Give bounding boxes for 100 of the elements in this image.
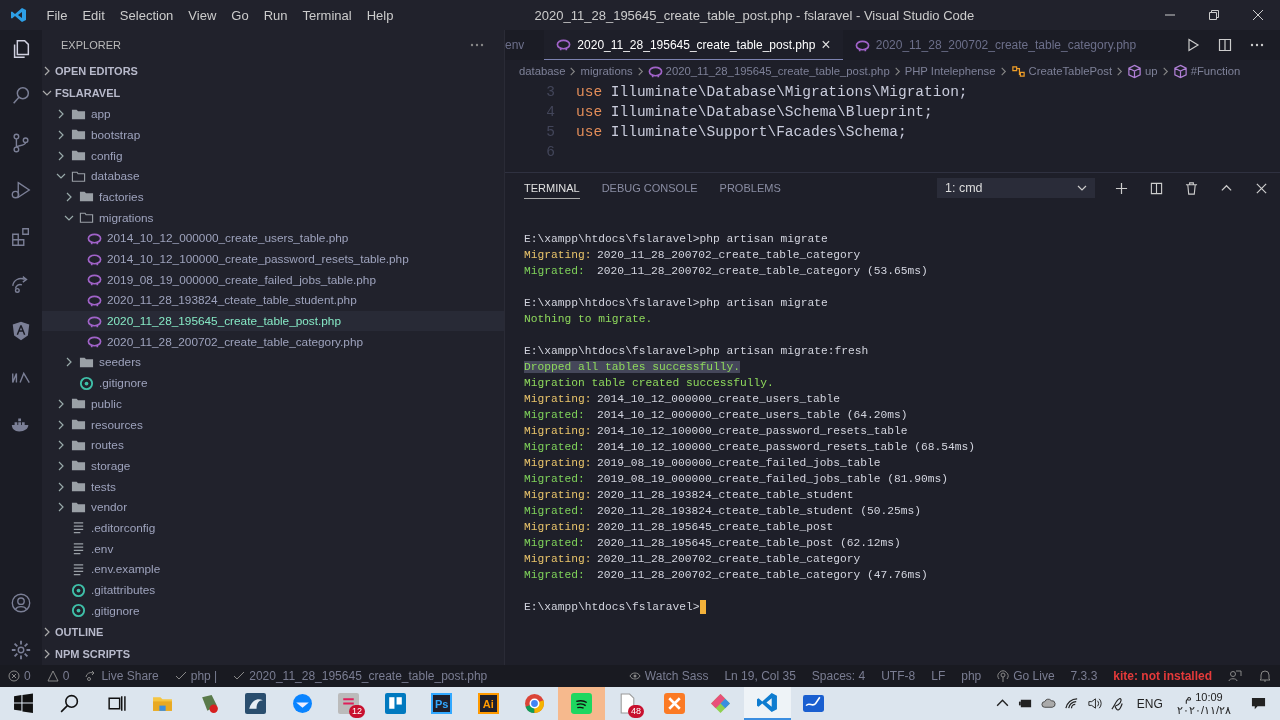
chevron-icon bbox=[56, 440, 66, 451]
status-item[interactable]: Watch Sass bbox=[628, 669, 709, 683]
breadcrumb-item[interactable]: #Function bbox=[1190, 65, 1241, 77]
panel-tab[interactable]: PROBLEMS bbox=[719, 178, 781, 198]
editor-tab[interactable]: env bbox=[505, 30, 545, 60]
terminal-line: Migrating: 2020_11_28_193824_cteate_table_student bbox=[524, 489, 854, 501]
tree-item[interactable]: .gitignore bbox=[42, 600, 504, 622]
pen-icon[interactable] bbox=[1109, 696, 1125, 711]
bell-icon[interactable] bbox=[1258, 669, 1272, 683]
status-item[interactable]: php bbox=[961, 669, 982, 683]
taskbar-button[interactable]: Ai bbox=[465, 687, 512, 720]
extensions-icon[interactable] bbox=[10, 226, 32, 248]
menu-item[interactable]: Terminal bbox=[295, 7, 360, 23]
tree-item[interactable]: seeders bbox=[42, 352, 504, 373]
tree-item[interactable]: .env bbox=[42, 538, 504, 559]
chevron-icon bbox=[998, 66, 1008, 76]
status-item[interactable]: 0 bbox=[46, 669, 70, 683]
tree-item[interactable]: config bbox=[42, 145, 504, 166]
run-debug-icon[interactable] bbox=[10, 179, 32, 201]
terminal-select[interactable]: 1: cmd bbox=[937, 178, 1095, 198]
breadcrumb-item[interactable]: PHP Intelephense bbox=[904, 65, 996, 77]
editor-tab[interactable]: 2020_11_28_200702_create_table_category.php bbox=[842, 30, 1149, 60]
language-indicator[interactable]: ENG bbox=[1136, 696, 1163, 711]
tree-item[interactable]: resources bbox=[42, 414, 504, 435]
breadcrumb-item[interactable]: CreateTablePost bbox=[1028, 65, 1113, 77]
volume-icon[interactable] bbox=[1086, 696, 1102, 711]
menu-item[interactable]: Help bbox=[359, 7, 401, 23]
status-item[interactable]: kite: not installed bbox=[1113, 669, 1212, 683]
plus-icon[interactable] bbox=[1115, 181, 1128, 195]
status-item[interactable]: 2020_11_28_195645_create_table_post.php bbox=[233, 669, 488, 683]
feedback-icon[interactable] bbox=[1228, 669, 1242, 683]
breadcrumb-item[interactable]: up bbox=[1145, 65, 1158, 77]
editor-tab[interactable]: 2020_11_28_195645_create_table_post.php × bbox=[544, 30, 843, 60]
tree-item[interactable]: vendor bbox=[42, 496, 504, 518]
tree-item[interactable]: storage bbox=[42, 455, 504, 477]
menu-item[interactable]: Run bbox=[256, 7, 295, 23]
split-editor-icon[interactable] bbox=[1218, 38, 1232, 52]
status-item[interactable]: php | bbox=[174, 669, 218, 683]
section-header[interactable]: FSLARAVEL bbox=[0, 81, 504, 104]
more-icon[interactable] bbox=[1250, 43, 1264, 47]
tree-item[interactable]: migrations bbox=[42, 207, 504, 228]
status-item[interactable]: Spaces: 4 bbox=[811, 669, 866, 683]
panel-tab[interactable]: DEBUG CONSOLE bbox=[601, 178, 698, 198]
breadcrumb-item[interactable]: 2020_11_28_195645_create_table_post.php bbox=[665, 65, 890, 77]
panel-tab[interactable]: TERMINAL bbox=[524, 177, 580, 199]
tree-item[interactable]: public bbox=[42, 393, 504, 415]
tree-item[interactable]: database bbox=[42, 165, 504, 187]
status-item[interactable]: 7.3.3 bbox=[1070, 669, 1098, 683]
section-header[interactable]: OUTLINE bbox=[0, 621, 504, 644]
menu-item[interactable]: File bbox=[39, 7, 75, 23]
clock-date[interactable]: ٢٠٢٠/١١/٢٨ bbox=[1176, 703, 1231, 717]
tree-item[interactable]: 2020_11_28_195645_create_table_post.php bbox=[42, 310, 504, 332]
taskbar-button[interactable]: 12 bbox=[325, 687, 372, 720]
source-control-icon[interactable] bbox=[10, 132, 32, 154]
menu-item[interactable]: Go bbox=[223, 7, 257, 23]
tree-item[interactable]: .gitattributes bbox=[42, 579, 504, 601]
wifi-icon[interactable] bbox=[1063, 696, 1079, 711]
code-editor-icon bbox=[756, 692, 778, 713]
status-item[interactable]: Live Share bbox=[85, 669, 159, 683]
tree-item[interactable]: app bbox=[42, 103, 504, 125]
tree-item[interactable]: .editorconfig bbox=[42, 517, 504, 539]
account-icon[interactable] bbox=[10, 592, 32, 614]
status-item[interactable]: Ln 19, Col 35 bbox=[724, 669, 796, 683]
settings-icon[interactable] bbox=[10, 639, 32, 661]
taskbar-button[interactable]: 48 bbox=[604, 687, 651, 720]
php-file-icon bbox=[87, 272, 102, 288]
tree-item[interactable]: routes bbox=[42, 434, 504, 456]
trash-icon[interactable] bbox=[1185, 181, 1198, 195]
menu-item[interactable]: Edit bbox=[74, 7, 113, 23]
tree-item[interactable]: 2020_11_28_200702_create_table_category.php bbox=[42, 331, 504, 353]
tree-item[interactable]: bootstrap bbox=[42, 124, 504, 146]
tree-item[interactable]: .env.example bbox=[42, 559, 504, 580]
more-icon[interactable] bbox=[470, 42, 484, 47]
breadcrumb-item[interactable]: database bbox=[519, 65, 566, 77]
cloud-icon[interactable] bbox=[1040, 696, 1056, 711]
tree-item[interactable]: 2014_10_12_000000_create_users_table.php bbox=[42, 228, 504, 249]
tree-item[interactable]: 2020_11_28_193824_cteate_table_student.php bbox=[42, 290, 504, 311]
status-item[interactable]: UTF-8 bbox=[881, 669, 916, 683]
section-header[interactable]: OPEN EDITORS bbox=[0, 59, 504, 82]
tree-item[interactable]: 2019_08_19_000000_create_failed_jobs_table.php bbox=[42, 269, 504, 291]
status-item[interactable]: Go Live bbox=[997, 669, 1055, 683]
chevron-icon bbox=[568, 66, 578, 76]
section-header[interactable]: NPM SCRIPTS bbox=[0, 643, 504, 665]
status-item[interactable]: 0 bbox=[8, 669, 31, 683]
menu-item[interactable]: Selection bbox=[112, 7, 181, 23]
tree-item[interactable]: .gitignore bbox=[42, 372, 504, 394]
menu-item[interactable]: View bbox=[180, 7, 224, 23]
clock-time[interactable]: 10:09 م bbox=[1185, 690, 1223, 704]
status-item[interactable]: LF bbox=[931, 669, 946, 683]
tree-item[interactable]: 2014_10_12_100000_create_password_resets_table.php bbox=[42, 248, 504, 270]
close-icon[interactable] bbox=[1255, 181, 1268, 195]
tree-item[interactable]: tests bbox=[42, 476, 504, 497]
shield-icon[interactable] bbox=[10, 320, 32, 342]
close-tab-button[interactable]: × bbox=[821, 35, 831, 54]
tree-item[interactable]: factories bbox=[42, 186, 504, 208]
split-terminal-icon[interactable] bbox=[1150, 181, 1163, 195]
notifications-icon[interactable] bbox=[1251, 696, 1266, 711]
breadcrumb-item[interactable]: migrations bbox=[580, 65, 633, 77]
taskbar-button[interactable]: Ps bbox=[418, 687, 465, 720]
run-icon[interactable] bbox=[1186, 38, 1200, 52]
